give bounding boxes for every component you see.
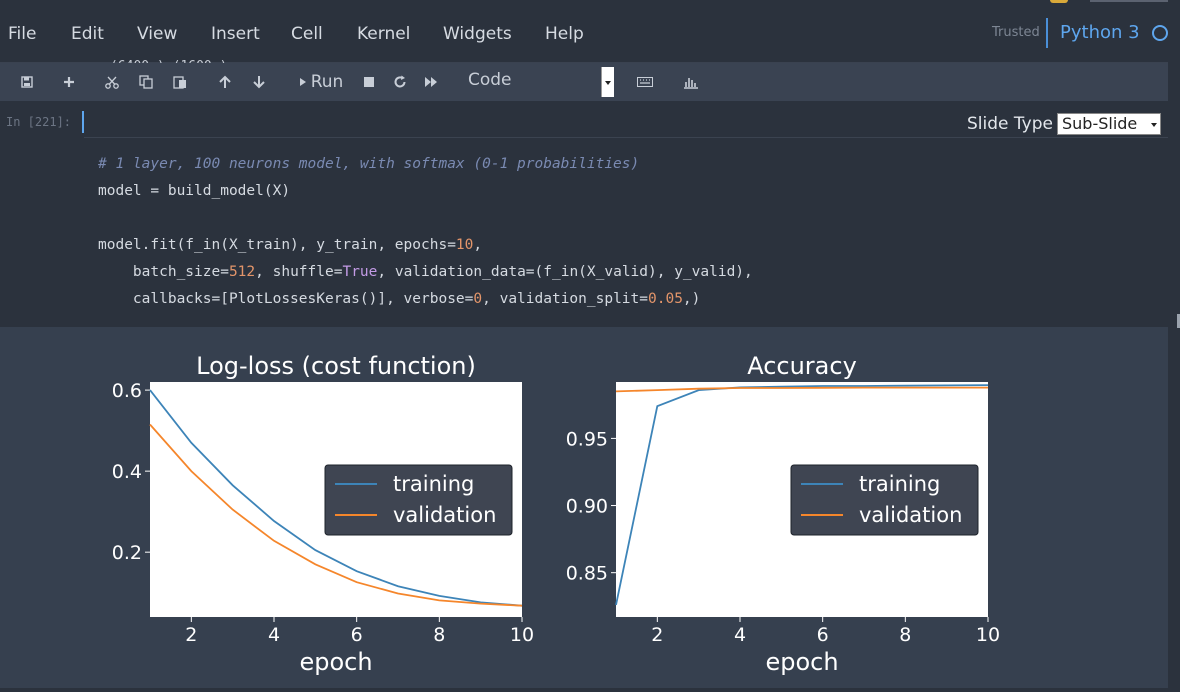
toolbar: Run Code [0,63,1168,101]
x-tick-label: 4 [268,624,280,646]
x-tick-label: 4 [734,624,746,646]
code-line: model.fit(f_in(X_train), y_train, epochs… [98,237,483,253]
y-tick-label: 0.85 [566,563,608,585]
code-line: batch_size=512, shuffle=True, validation… [98,264,753,280]
legend-label: training [859,472,940,496]
cell-cursor [82,111,84,133]
menu-kernel[interactable]: Kernel [357,24,410,44]
y-tick-label: 0.4 [112,461,142,483]
x-tick-label: 10 [976,624,1000,646]
menu-widgets[interactable]: Widgets [443,24,512,44]
menu-view[interactable]: View [137,24,177,44]
training-charts: Log-loss (cost function) 2 4 6 8 10 0.2 0.4 0.6 e… [112,352,1000,676]
x-tick-label: 2 [651,624,663,646]
trusted-indicator[interactable]: Trusted [992,25,1040,40]
x-tick-label: 10 [510,624,534,646]
header-divider [1090,0,1170,2]
legend-label: validation [393,503,496,527]
run-label: Run [310,72,344,92]
copy-icon[interactable] [135,67,157,97]
x-tick-label: 6 [351,624,363,646]
scrollbar-track[interactable] [1168,0,1180,688]
x-axis-label: epoch [299,648,372,676]
chart-title: Log-loss (cost function) [196,352,476,380]
menubar: File Edit View Insert Cell Kernel Widget… [0,0,1180,64]
code-editor[interactable]: # 1 layer, 100 neurons model, with softm… [98,151,753,313]
scissors-icon[interactable] [101,67,123,97]
restart-icon[interactable] [389,67,411,97]
cell-type-value: Code [468,70,512,90]
code-line: model = build_model(X) [98,183,291,199]
x-tick-label: 2 [185,624,197,646]
arrow-up-icon[interactable] [214,67,236,97]
code-line: # 1 layer, 100 neurons model, with softm… [98,156,640,172]
chart-title: Accuracy [747,352,857,380]
y-tick-label: 0.2 [112,542,142,564]
legend-label: validation [859,503,962,527]
run-button[interactable]: Run [293,67,349,97]
kernel-name[interactable]: Python 3 [1060,22,1140,43]
menu-help[interactable]: Help [545,24,584,44]
menu-insert[interactable]: Insert [211,24,260,44]
keyboard-icon[interactable] [633,67,657,97]
x-tick-label: 8 [899,624,911,646]
menu-edit[interactable]: Edit [71,24,104,44]
code-line: callbacks=[PlotLossesKeras()], verbose=0… [98,291,701,307]
save-icon[interactable] [16,67,38,97]
arrow-down-icon[interactable] [248,67,270,97]
menu-file[interactable]: File [8,24,36,44]
stop-icon[interactable] [358,67,380,97]
kernel-separator [1046,18,1048,48]
fast-forward-icon[interactable] [420,67,442,97]
cell-output: Log-loss (cost function) 2 4 6 8 10 0.2 0.4 0.6 e… [0,327,1168,688]
slide-type-select[interactable]: Sub-Slide [1057,113,1161,135]
cell-type-select[interactable]: Code [460,67,614,97]
bar-chart-icon[interactable] [679,67,703,97]
x-axis-label: epoch [765,648,838,676]
notification-icon [1050,0,1068,3]
y-tick-label: 0.6 [112,380,142,402]
run-icon [299,78,306,86]
slide-type-value: Sub-Slide [1062,114,1138,133]
chevron-down-icon [601,67,614,97]
y-tick-label: 0.90 [566,496,608,518]
paste-icon[interactable] [169,67,191,97]
kernel-status-icon [1152,25,1168,41]
plus-icon[interactable] [58,67,80,97]
menu-cell[interactable]: Cell [291,24,323,44]
slide-type-label: Slide Type [967,114,1053,134]
legend-label: training [393,472,474,496]
cell-prompt: In [221]: [6,115,72,129]
y-tick-label: 0.95 [566,428,608,450]
x-tick-label: 8 [433,624,445,646]
cell-header-divider [84,137,1168,138]
code-cell[interactable]: In [221]: Slide Type Sub-Slide # 1 layer… [0,107,1168,327]
x-tick-label: 6 [817,624,829,646]
